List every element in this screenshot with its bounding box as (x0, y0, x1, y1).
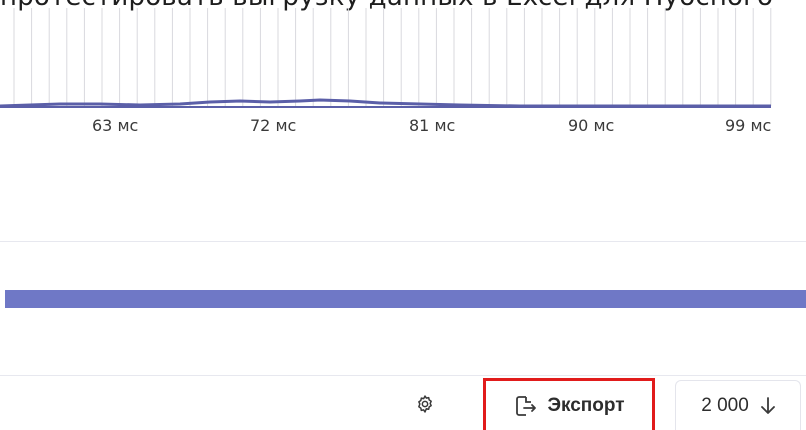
axis-tick-label: 63 мс (92, 116, 139, 135)
arrow-down-icon (760, 396, 775, 414)
divider (0, 241, 806, 242)
histogram-chart (0, 8, 772, 108)
export-file-icon (516, 395, 537, 416)
settings-button[interactable] (414, 393, 436, 415)
export-label: Экспорт (547, 394, 625, 416)
axis-tick-label: 81 мс (409, 116, 456, 135)
histogram-baseline (0, 98, 771, 108)
histogram-gridlines (13, 8, 772, 106)
axis-tick-label: 99 мс (725, 116, 772, 135)
table-toolbar: Экспорт 2 000 (0, 378, 806, 430)
progress-bar (5, 290, 806, 308)
gear-icon (418, 395, 432, 413)
axis-tick-label: 90 мс (568, 116, 615, 135)
divider (0, 375, 806, 376)
page-size-selector[interactable]: 2 000 (675, 380, 801, 430)
page-size-value: 2 000 (701, 394, 749, 416)
axis-tick-label: 72 мс (250, 116, 297, 135)
export-button[interactable]: Экспорт (483, 378, 655, 430)
